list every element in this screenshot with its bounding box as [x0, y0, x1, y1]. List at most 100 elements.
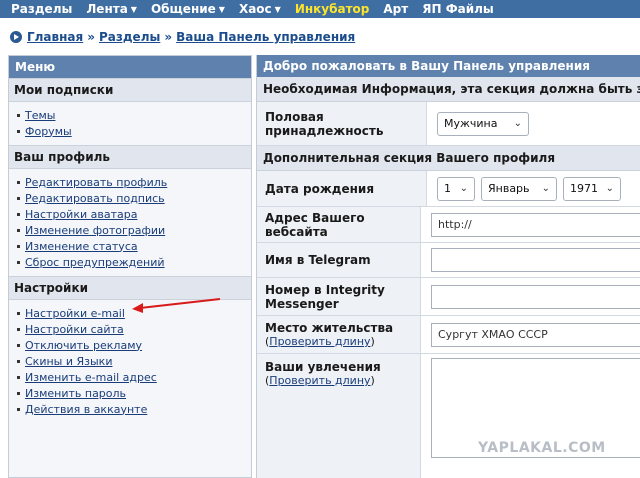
- location-row: Место жительства (Проверить длину) Сургу…: [257, 316, 640, 354]
- breadcrumb-sections-link[interactable]: Разделы: [99, 30, 160, 44]
- chevron-down-icon: ⌄: [459, 183, 468, 194]
- sidebar-item-avatar-settings[interactable]: Настройки аватара: [17, 206, 251, 222]
- website-label-text: Адрес Вашего вебсайта: [265, 210, 365, 239]
- sidebar-item-site-settings[interactable]: Настройки сайта: [17, 321, 251, 337]
- bullet-icon: [17, 228, 20, 232]
- required-info-title: Необходимая Информация, эта секция должн…: [257, 77, 640, 102]
- birth-month-select[interactable]: Январь ⌄: [481, 176, 557, 201]
- interests-check-length-link[interactable]: Проверить длину: [269, 374, 370, 387]
- breadcrumb-separator: »: [164, 30, 173, 44]
- sidebar-item-change-photo[interactable]: Изменение фотографии: [17, 222, 251, 238]
- sidebar-list-settings: Настройки e-mail Настройки сайта Отключи…: [9, 300, 251, 423]
- bullet-icon: [17, 343, 20, 347]
- gender-label-line2: принадлежность: [265, 123, 384, 138]
- nav-item-5[interactable]: Арт: [383, 2, 408, 16]
- sidebar-item-topics[interactable]: Темы: [17, 107, 251, 123]
- breadcrumb-home-link[interactable]: Главная: [27, 30, 83, 44]
- sidebar-item-label[interactable]: Действия в аккаунте: [25, 403, 147, 416]
- gender-label-line1: Половая: [265, 109, 324, 124]
- website-row: Адрес Вашего вебсайта http://: [257, 207, 640, 243]
- birth-year-value: 1971: [570, 182, 598, 195]
- telegram-field: [421, 243, 640, 277]
- birthdate-label: Дата рождения: [257, 171, 427, 206]
- main-header: Добро пожаловать в Вашу Панель управлени…: [257, 55, 640, 77]
- check-suffix: ): [370, 335, 375, 348]
- sidebar-item-label[interactable]: Изменить e-mail адрес: [25, 371, 157, 384]
- birth-year-select[interactable]: 1971 ⌄: [563, 176, 621, 201]
- sidebar-item-label[interactable]: Темы: [25, 109, 55, 122]
- birthdate-label-text: Дата рождения: [265, 181, 375, 196]
- bullet-icon: [17, 260, 20, 264]
- sidebar-item-label[interactable]: Сброс предупреждений: [25, 256, 165, 269]
- interests-row: Ваши увлечения (Проверить длину): [257, 354, 640, 478]
- location-input[interactable]: Сургут ХМАО СССР: [431, 322, 640, 347]
- sidebar-list-subscriptions: Темы Форумы: [9, 102, 251, 145]
- chevron-down-icon: ⌄: [541, 183, 550, 194]
- sidebar-item-label[interactable]: Скины и Языки: [25, 355, 112, 368]
- nav-item-4[interactable]: Инкубатор: [295, 2, 370, 16]
- bullet-icon: [17, 244, 20, 248]
- sidebar-item-disable-ads[interactable]: Отключить рекламу: [17, 337, 251, 353]
- nav-item-label: ЯП Файлы: [422, 2, 494, 16]
- sidebar-item-edit-profile[interactable]: Редактировать профиль: [17, 174, 251, 190]
- location-label: Место жительства (Проверить длину): [257, 316, 421, 353]
- birth-day-select[interactable]: 1 ⌄: [437, 176, 475, 201]
- sidebar-item-label[interactable]: Редактировать подпись: [25, 192, 165, 205]
- sidebar-item-label[interactable]: Отключить рекламу: [25, 339, 142, 352]
- watermark: YAPLAKAL.COM: [478, 440, 606, 456]
- sidebar-item-label[interactable]: Настройки e-mail: [25, 307, 125, 320]
- caret-down-icon: ▼: [274, 4, 281, 14]
- website-field: http://: [421, 207, 640, 242]
- telegram-input[interactable]: [431, 248, 640, 272]
- integrity-input[interactable]: [431, 284, 640, 309]
- telegram-row: Имя в Telegram: [257, 243, 640, 278]
- chevron-down-icon: ⌄: [605, 183, 614, 194]
- sidebar-item-skins-languages[interactable]: Скины и Языки: [17, 353, 251, 369]
- location-field: Сургут ХМАО СССР: [421, 316, 640, 353]
- integrity-label-line1: Номер в Integrity: [265, 282, 385, 297]
- website-label: Адрес Вашего вебсайта: [257, 207, 421, 242]
- sidebar-item-edit-signature[interactable]: Редактировать подпись: [17, 190, 251, 206]
- bullet-icon: [17, 196, 20, 200]
- breadcrumb: Главная » Разделы » Ваша Панель управлен…: [10, 29, 355, 45]
- location-check-length-link[interactable]: Проверить длину: [269, 335, 370, 348]
- sidebar-item-label[interactable]: Изменить пароль: [25, 387, 126, 400]
- bullet-icon: [17, 129, 20, 133]
- nav-item-label: Общение: [150, 2, 216, 16]
- nav-item-0[interactable]: Разделы: [11, 2, 72, 16]
- sidebar-section-subscriptions: Мои подписки: [9, 78, 251, 102]
- sidebar-item-label[interactable]: Изменение фотографии: [25, 224, 165, 237]
- sidebar-item-label[interactable]: Редактировать профиль: [25, 176, 167, 189]
- integrity-label: Номер в Integrity Messenger: [257, 278, 421, 315]
- breadcrumb-arrow-icon: [10, 31, 22, 43]
- bullet-icon: [17, 375, 20, 379]
- nav-item-1[interactable]: Лента ▼: [86, 2, 137, 16]
- sidebar-item-change-status[interactable]: Изменение статуса: [17, 238, 251, 254]
- sidebar-item-change-password[interactable]: Изменить пароль: [17, 385, 251, 401]
- bullet-icon: [17, 311, 20, 315]
- gender-select[interactable]: Мужчина ⌄: [437, 111, 529, 136]
- sidebar-item-reset-warnings[interactable]: Сброс предупреждений: [17, 254, 251, 270]
- chevron-down-icon: ⌄: [513, 118, 522, 129]
- sidebar-item-label[interactable]: Форумы: [25, 125, 72, 138]
- sidebar-item-change-email[interactable]: Изменить e-mail адрес: [17, 369, 251, 385]
- birth-month-value: Январь: [488, 182, 530, 195]
- breadcrumb-current-link[interactable]: Ваша Панель управления: [176, 30, 355, 44]
- telegram-label: Имя в Telegram: [257, 243, 421, 277]
- nav-item-2[interactable]: Общение ▼: [151, 2, 225, 16]
- nav-item-label: Разделы: [11, 2, 73, 16]
- nav-item-3[interactable]: Хаос ▼: [239, 2, 281, 16]
- website-input[interactable]: http://: [431, 212, 640, 237]
- nav-item-label: Лента: [86, 2, 128, 16]
- sidebar-item-account-actions[interactable]: Действия в аккаунте: [17, 401, 251, 417]
- check-suffix: ): [370, 374, 375, 387]
- sidebar-item-label[interactable]: Настройки сайта: [25, 323, 124, 336]
- sidebar-item-label[interactable]: Настройки аватара: [25, 208, 137, 221]
- sidebar-item-forums[interactable]: Форумы: [17, 123, 251, 139]
- sidebar-item-label[interactable]: Изменение статуса: [25, 240, 138, 253]
- nav-item-6[interactable]: ЯП Файлы: [422, 2, 494, 16]
- location-check-length: (Проверить длину): [265, 335, 420, 348]
- sidebar-menu: Меню Мои подписки Темы Форумы Ваш профил…: [8, 55, 252, 478]
- additional-section-title: Дополнительная секция Вашего профиля: [257, 146, 640, 171]
- sidebar-header: Меню: [9, 56, 251, 78]
